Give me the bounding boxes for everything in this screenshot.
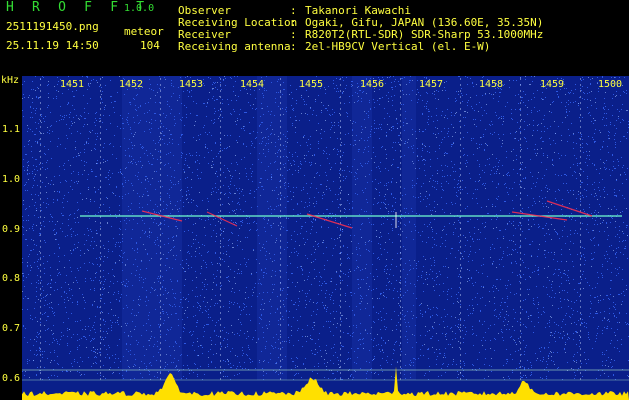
noise-highlights (22, 76, 629, 380)
antenna-label: Receiving antenna (178, 40, 291, 53)
meteor-echo (206, 211, 238, 227)
noise-speckle (22, 76, 629, 380)
interference-band (352, 76, 372, 380)
date-time: 25.11.19 14:50 (6, 39, 99, 52)
y-tick-label: 1.1 (2, 124, 21, 135)
x-tick-label: 1451 (60, 79, 85, 90)
interference-band (257, 76, 287, 380)
header-panel: H R O F F T 1.0.0 2511191450.png 25.11.1… (0, 0, 629, 76)
meteor-label: meteor (124, 25, 164, 38)
interference-band (402, 76, 416, 380)
y-tick-label: 0.7 (2, 323, 21, 334)
antenna-colon: : (290, 40, 297, 53)
y-axis-unit: kHz (1, 75, 20, 86)
x-tick-label: 1454 (240, 79, 265, 90)
time-grid (40, 78, 581, 380)
x-tick-label: 1455 (299, 79, 324, 90)
power-trace (22, 366, 629, 400)
x-tick-label: 1458 (479, 79, 504, 90)
antenna-value: 2el-HB9CV Vertical (el. E-W) (305, 40, 491, 53)
x-tick-label: 1459 (540, 79, 565, 90)
y-tick-label: 0.8 (2, 273, 21, 284)
interference-band (122, 76, 182, 380)
x-tick-label: 1452 (119, 79, 144, 90)
x-tick-label: 1457 (419, 79, 444, 90)
x-tick-label: 1453 (179, 79, 204, 90)
file-name: 2511191450.png (6, 20, 99, 33)
x-tick-label: 1500 (598, 79, 623, 90)
y-tick-label: 0.9 (2, 224, 21, 235)
y-tick-label: 0.6 (2, 373, 21, 384)
meteor-count: 104 (140, 39, 160, 52)
y-tick-label: 1.0 (2, 174, 21, 185)
x-tick-label: 1456 (360, 79, 385, 90)
app-version: 1.0.0 (124, 3, 155, 14)
spectrogram-canvas (22, 76, 629, 400)
spectrogram-plot (22, 76, 629, 400)
